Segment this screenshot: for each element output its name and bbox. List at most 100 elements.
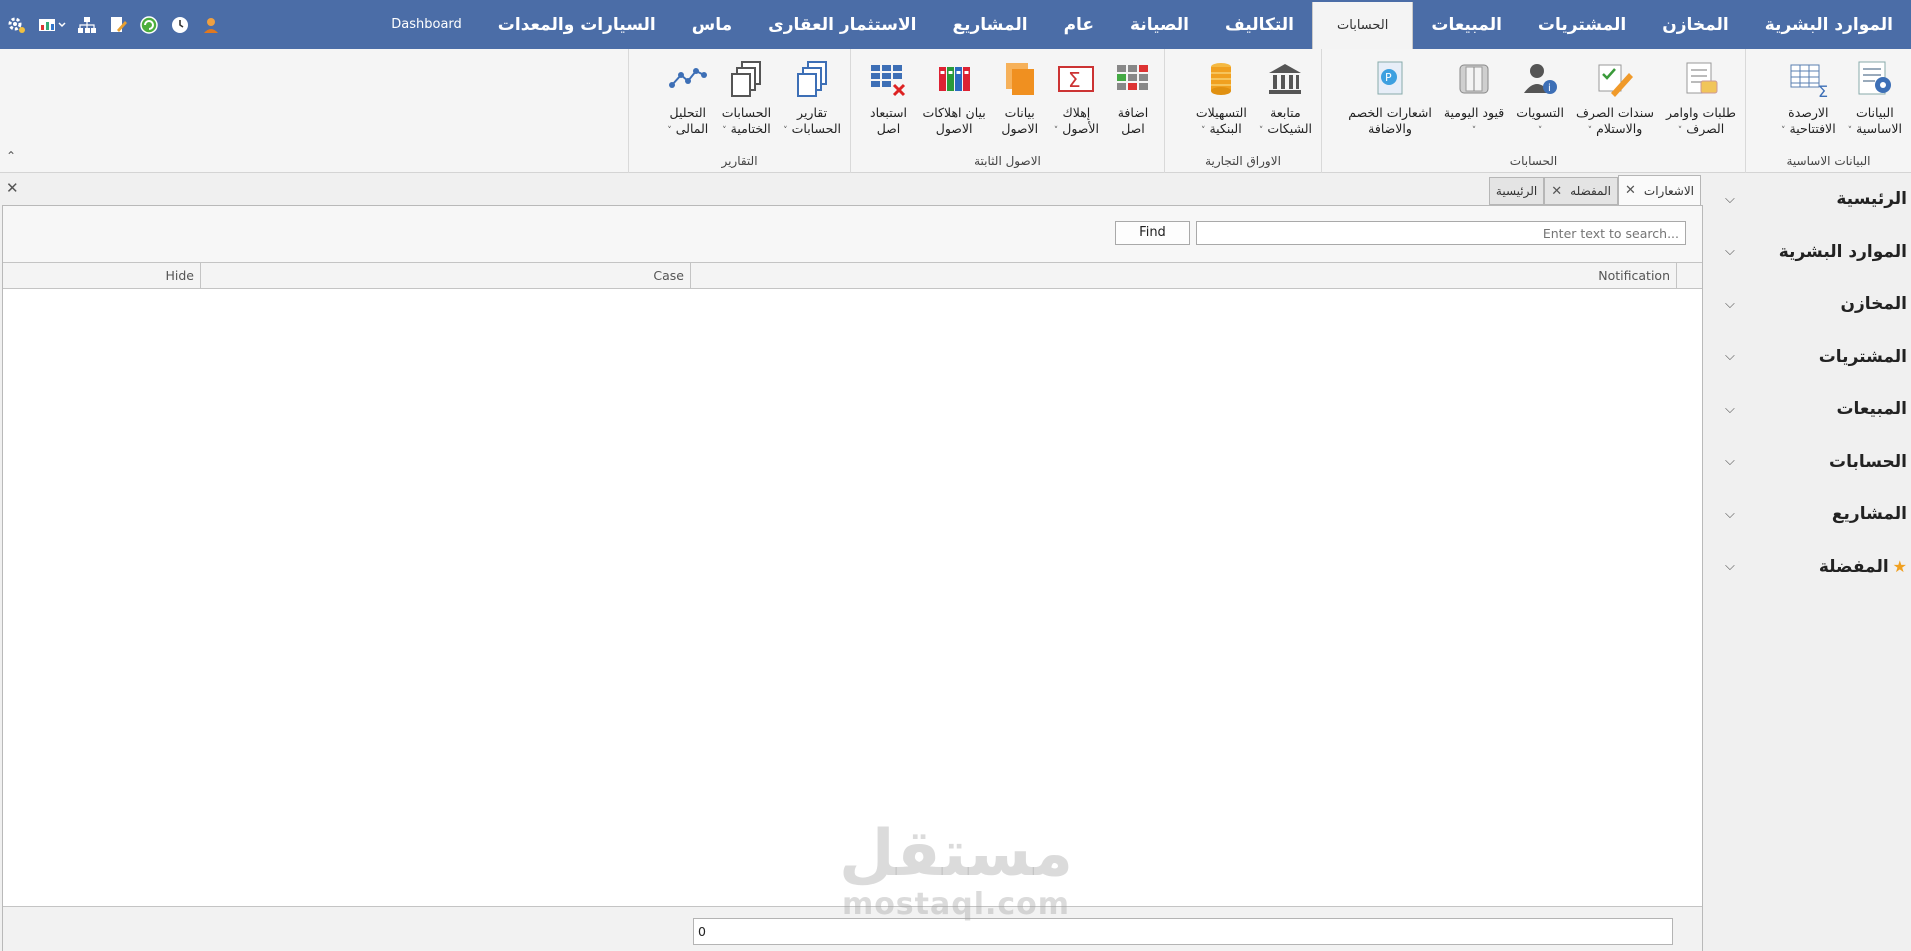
bank-icon bbox=[1263, 57, 1307, 101]
nav-item-home[interactable]: الرئيسية ⌵ bbox=[1705, 173, 1911, 226]
final-accounts-button[interactable]: الحسابات الختامية ˅ bbox=[717, 57, 776, 139]
menu-tab-sales[interactable]: المبيعات bbox=[1413, 0, 1520, 49]
main-menu-bar: الموارد البشرية المخازن المشتريات المبيع… bbox=[0, 0, 1911, 49]
nav-item-sales[interactable]: المبيعات ⌵ bbox=[1705, 383, 1911, 436]
menu-tab-maintenance[interactable]: الصيانة bbox=[1112, 0, 1207, 49]
line-chart-icon bbox=[666, 57, 710, 101]
depreciation-statement-button[interactable]: بيان اهلاكات الاصول bbox=[917, 57, 990, 137]
menu-tab-purchases[interactable]: المشتريات bbox=[1520, 0, 1644, 49]
journal-entries-button[interactable]: قيود اليومية ˅ bbox=[1439, 57, 1509, 139]
grid-delete-icon bbox=[866, 57, 910, 101]
clock-icon[interactable] bbox=[169, 14, 191, 36]
dispose-asset-label-2: اصل bbox=[876, 121, 901, 136]
asset-depreciation-button[interactable]: Σ إهلاك الأصول ˅ bbox=[1049, 57, 1104, 139]
nav-item-label: الحسابات bbox=[1829, 451, 1907, 472]
doc-tab-notifications[interactable]: الاشعارات ✕ bbox=[1617, 175, 1701, 205]
bank-facilities-button[interactable]: التسهيلات البنكية ˅ bbox=[1191, 57, 1252, 139]
grid-body[interactable] bbox=[3, 289, 1702, 906]
cheques-tracking-label-2: الشيكات bbox=[1267, 121, 1312, 136]
doc-tab-home[interactable]: الرئيسية bbox=[1488, 177, 1545, 205]
svg-text:i: i bbox=[1548, 83, 1551, 94]
app-window: الموارد البشرية المخازن المشتريات المبيع… bbox=[0, 0, 1911, 951]
nav-item-stores[interactable]: المخازن ⌵ bbox=[1705, 278, 1911, 331]
menu-tab-mas[interactable]: ماس bbox=[674, 0, 750, 49]
chart-dropdown-icon[interactable] bbox=[37, 14, 67, 36]
refresh-green-icon[interactable] bbox=[138, 14, 160, 36]
notifications-panel: Find Hide Case Notification 0 bbox=[2, 205, 1703, 951]
svg-text:Σ: Σ bbox=[1818, 82, 1828, 99]
settlements-button[interactable]: i التسويات ˅ bbox=[1511, 57, 1569, 139]
menu-tab-accounts[interactable]: الحسابات bbox=[1312, 2, 1414, 49]
accounts-reports-label-2: الحسابات bbox=[791, 121, 841, 136]
financial-analysis-button[interactable]: التحليل المالى ˅ bbox=[661, 57, 715, 139]
find-button[interactable]: Find bbox=[1115, 221, 1190, 245]
basic-data-label-2: الاساسية bbox=[1856, 121, 1902, 136]
gear-document-icon bbox=[1853, 57, 1897, 101]
close-tab-icon[interactable]: ✕ bbox=[1625, 183, 1636, 198]
menu-tab-hr[interactable]: الموارد البشرية bbox=[1747, 0, 1911, 49]
user-icon[interactable] bbox=[200, 14, 222, 36]
settings-gear-icon[interactable] bbox=[6, 14, 28, 36]
document-tabs: الرئيسية المفضله ✕ الاشعارات ✕ ✕ bbox=[0, 173, 1705, 205]
dispose-asset-label-1: استبعاد bbox=[870, 105, 907, 120]
grid-header: Hide Case Notification bbox=[3, 262, 1702, 289]
nav-item-purchases[interactable]: المشتريات ⌵ bbox=[1705, 331, 1911, 384]
depreciation-statement-label-2: الاصول bbox=[935, 121, 973, 136]
dispose-asset-button[interactable]: استبعاد اصل bbox=[861, 57, 915, 137]
add-asset-label-2: اصل bbox=[1121, 121, 1145, 136]
cheques-tracking-button[interactable]: متابعة الشيكات ˅ bbox=[1254, 57, 1317, 139]
coins-stack-icon bbox=[1199, 57, 1243, 101]
asset-data-label-2: الاصول bbox=[1001, 121, 1039, 136]
chevron-down-icon: ⌵ bbox=[1725, 296, 1735, 312]
menu-tab-vehicles[interactable]: السيارات والمعدات bbox=[480, 0, 674, 49]
chevron-down-icon: ⌵ bbox=[1725, 349, 1735, 365]
search-input[interactable] bbox=[1196, 221, 1686, 245]
record-count-field: 0 bbox=[693, 918, 1673, 945]
nav-item-accounts[interactable]: الحسابات ⌵ bbox=[1705, 436, 1911, 489]
menu-tab-stores[interactable]: المخازن bbox=[1644, 0, 1747, 49]
depreciation-statement-label-1: بيان اهلاكات bbox=[922, 105, 986, 120]
ribbon-group-title: الاوراق التجارية bbox=[1205, 154, 1281, 168]
settlements-label: التسويات bbox=[1516, 105, 1564, 120]
payment-receipt-vouchers-button[interactable]: سندات الصرف والاستلام ˅ bbox=[1571, 57, 1659, 139]
menu-tab-general[interactable]: عام bbox=[1046, 0, 1112, 49]
accounts-reports-button[interactable]: تقارير الحسابات ˅ bbox=[778, 57, 846, 139]
chevron-down-icon: ⌵ bbox=[1725, 559, 1735, 575]
financial-analysis-label-2: المالى bbox=[675, 121, 709, 136]
nav-item-hr[interactable]: الموارد البشرية ⌵ bbox=[1705, 226, 1911, 279]
add-asset-button[interactable]: اضافة اصل bbox=[1106, 57, 1160, 137]
chevron-down-icon: ˅ bbox=[1258, 126, 1264, 136]
payment-orders-button[interactable]: طلبات واوامر الصرف ˅ bbox=[1661, 57, 1741, 139]
search-bar: Find bbox=[3, 206, 1702, 262]
bank-facilities-label-1: التسهيلات bbox=[1195, 105, 1247, 120]
menu-tab-dashboard[interactable]: Dashboard bbox=[373, 0, 480, 49]
accounts-reports-label-1: تقارير bbox=[797, 105, 828, 120]
final-accounts-label-1: الحسابات bbox=[721, 105, 772, 120]
menu-tab-real-estate[interactable]: الاستثمار العقارى bbox=[750, 0, 934, 49]
side-navigation: الرئيسية ⌵ الموارد البشرية ⌵ المخازن ⌵ المش… bbox=[1705, 173, 1911, 951]
column-header-hide[interactable]: Hide bbox=[141, 263, 201, 289]
close-all-icon[interactable]: ✕ bbox=[6, 179, 19, 197]
nav-item-favorites[interactable]: ★ المفضلة ⌵ bbox=[1705, 541, 1911, 594]
nav-item-projects[interactable]: المشاريع ⌵ bbox=[1705, 488, 1911, 541]
nav-item-label: الرئيسية bbox=[1836, 189, 1907, 210]
column-header-notification[interactable]: Notification bbox=[691, 263, 1677, 289]
nav-item-label: الموارد البشرية bbox=[1778, 241, 1907, 262]
ribbon-group-title: الحسابات bbox=[1509, 154, 1558, 168]
asset-data-button[interactable]: بيانات الاصول bbox=[993, 57, 1047, 137]
doc-tab-favorites[interactable]: المفضله ✕ bbox=[1544, 177, 1618, 205]
journal-entries-label: قيود اليومية bbox=[1443, 105, 1505, 120]
menu-tab-costs[interactable]: التكاليف bbox=[1207, 0, 1312, 49]
document-edit-icon[interactable] bbox=[107, 14, 129, 36]
basic-data-button[interactable]: البيانات الاساسية ˅ bbox=[1843, 57, 1907, 139]
opening-balances-button[interactable]: Σ الارصدة الافتتاحية ˅ bbox=[1776, 57, 1841, 139]
collapse-ribbon-icon[interactable]: ⌃ bbox=[6, 149, 20, 163]
financial-analysis-label-1: التحليل bbox=[669, 105, 707, 120]
column-header-case[interactable]: Case bbox=[201, 263, 691, 289]
journal-book-icon bbox=[1452, 57, 1496, 101]
menu-tab-projects[interactable]: المشاريع bbox=[934, 0, 1045, 49]
nav-item-label: المشاريع bbox=[1831, 504, 1907, 525]
close-tab-icon[interactable]: ✕ bbox=[1551, 184, 1562, 199]
debit-credit-notes-button[interactable]: P اشعارات الخصم والاضافة bbox=[1343, 57, 1437, 137]
network-icon[interactable] bbox=[76, 14, 98, 36]
